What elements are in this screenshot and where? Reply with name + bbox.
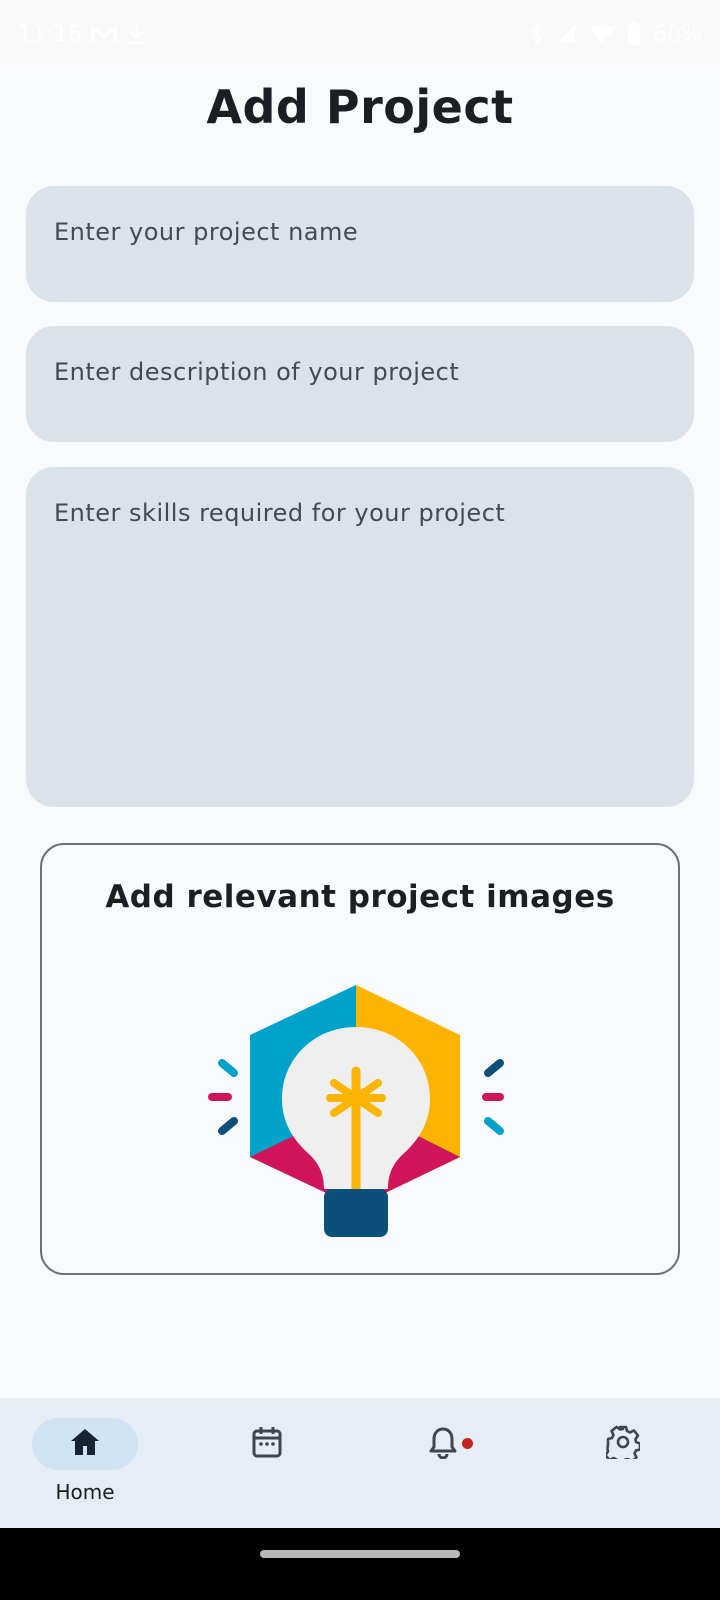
add-images-title: Add relevant project images xyxy=(105,879,615,915)
status-right: 60% xyxy=(529,22,702,47)
project-skills-input[interactable]: Enter skills required for your project xyxy=(26,467,694,807)
system-navigation-bar xyxy=(0,1528,720,1600)
nav-home-pill[interactable] xyxy=(32,1418,138,1470)
project-description-placeholder: Enter description of your project xyxy=(54,358,460,386)
nav-settings[interactable] xyxy=(568,1418,678,1518)
nav-settings-pill[interactable] xyxy=(570,1418,676,1470)
lightbulb-illustration-icon xyxy=(206,985,516,1245)
battery-icon xyxy=(627,22,641,46)
calendar-icon xyxy=(251,1425,283,1463)
gesture-handle[interactable] xyxy=(260,1550,460,1558)
nav-home-label: Home xyxy=(55,1480,115,1504)
gear-icon xyxy=(604,1425,642,1465)
project-description-input[interactable]: Enter description of your project xyxy=(26,326,694,442)
project-name-placeholder: Enter your project name xyxy=(54,218,359,246)
signal-icon xyxy=(555,23,577,45)
nav-notifications-pill[interactable] xyxy=(390,1418,496,1470)
nav-calendar[interactable] xyxy=(212,1418,322,1518)
download-notification-icon xyxy=(127,23,147,45)
status-bar: 11:16 60% xyxy=(0,0,720,68)
gmail-notification-icon xyxy=(91,24,117,44)
battery-percent: 60% xyxy=(653,21,702,47)
project-name-input[interactable]: Enter your project name xyxy=(26,186,694,302)
notification-badge xyxy=(462,1438,473,1449)
wifi-icon xyxy=(589,23,615,45)
nav-home[interactable]: Home xyxy=(30,1418,140,1518)
nav-notifications[interactable] xyxy=(388,1418,498,1518)
home-icon xyxy=(69,1427,101,1461)
bluetooth-icon xyxy=(529,23,543,45)
project-skills-placeholder: Enter skills required for your project xyxy=(54,499,506,527)
bell-icon xyxy=(428,1425,458,1463)
page-title: Add Project xyxy=(206,80,514,134)
bottom-navigation: Home xyxy=(0,1398,720,1528)
status-left: 11:16 xyxy=(18,22,147,47)
status-time: 11:16 xyxy=(18,21,82,47)
add-images-card[interactable]: Add relevant project images xyxy=(40,843,680,1275)
nav-calendar-pill[interactable] xyxy=(214,1418,320,1470)
